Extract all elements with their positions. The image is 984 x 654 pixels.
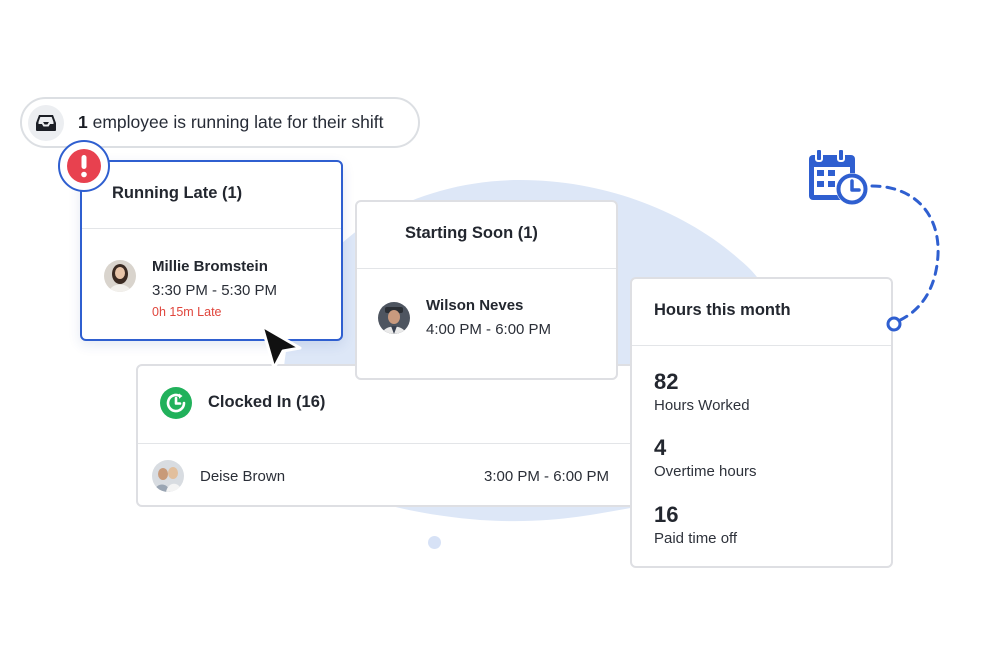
late-count: 1 (78, 112, 88, 132)
late-duration: 0h 15m Late (152, 305, 222, 319)
avatar (152, 460, 184, 492)
stat-label: Overtime hours (654, 463, 757, 480)
stat-value: 82 (654, 369, 679, 394)
hours-this-month-card[interactable]: Hours this month 82 Hours Worked 4 Overt… (630, 277, 893, 568)
divider (357, 268, 616, 269)
notification-text: 1 employee is running late for their shi… (78, 112, 383, 133)
divider (632, 345, 891, 346)
stat-label: Paid time off (654, 530, 738, 547)
stat-value: 16 (654, 502, 679, 527)
divider (138, 443, 634, 444)
shift-time: 3:00 PM - 6:00 PM (484, 468, 610, 485)
clocked-in-card[interactable]: Clocked In (16) Deise Brown 3:00 PM - 6:… (136, 364, 636, 507)
decorative-dot (428, 536, 441, 549)
employee-name: Wilson Neves (426, 297, 524, 314)
divider (82, 228, 341, 229)
stat-label: Hours Worked (654, 397, 750, 414)
mouse-cursor-icon (260, 324, 302, 370)
calendar-clock-icon (809, 148, 868, 205)
inbox-icon (28, 104, 64, 141)
hours-title: Hours this month (654, 301, 791, 319)
avatar (104, 260, 136, 292)
clock-icon (160, 387, 192, 424)
notification-message: employee is running late for their shift (92, 112, 384, 132)
shift-time: 3:30 PM - 5:30 PM (152, 282, 278, 299)
starting-soon-card[interactable]: Starting Soon (1) Wilson Neves 4:00 PM -… (355, 200, 618, 380)
employee-name: Deise Brown (200, 468, 286, 485)
employee-name: Millie Bromstein (152, 258, 268, 275)
running-late-title: Running Late (1) (112, 184, 243, 202)
avatar (378, 302, 410, 334)
running-late-card[interactable]: Running Late (1) Millie Bromstein 3:30 P… (80, 160, 343, 341)
shift-time: 4:00 PM - 6:00 PM (426, 321, 552, 338)
stat-value: 4 (654, 435, 667, 460)
starting-soon-title: Starting Soon (1) (405, 224, 538, 242)
alert-icon (58, 140, 110, 192)
clocked-in-title: Clocked In (16) (208, 393, 326, 411)
